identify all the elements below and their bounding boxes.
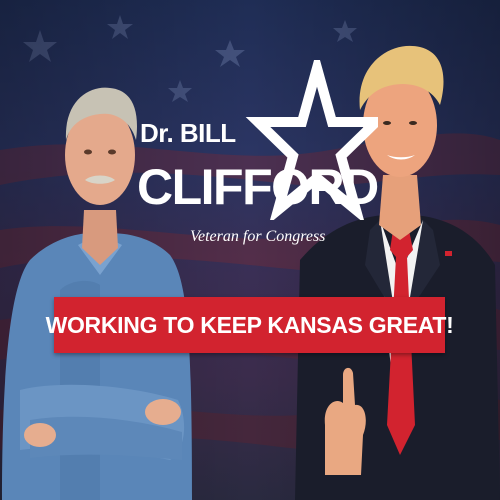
candidate-name: CLIFFORD [137,159,379,215]
candidate-photo [2,87,192,500]
tagline: Veteran for Congress [190,228,326,245]
slogan-banner: WORKING TO KEEP KANSAS GREAT! [46,297,454,353]
slogan-text: WORKING TO KEEP KANSAS GREAT! [45,311,454,338]
campaign-graphic: Dr. BILL CLIFFORD Veteran for Congress W… [0,0,500,500]
name-prefix: Dr. BILL [140,118,236,148]
